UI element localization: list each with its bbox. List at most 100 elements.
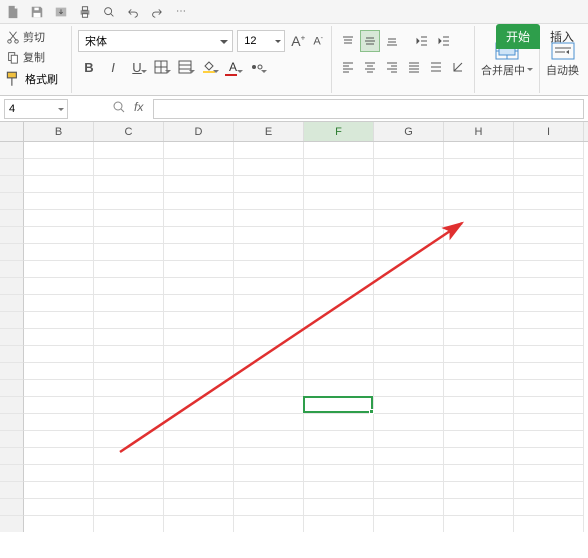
cell[interactable] xyxy=(374,482,444,499)
cell[interactable] xyxy=(164,210,234,227)
cell[interactable] xyxy=(164,516,234,532)
cell[interactable] xyxy=(24,159,94,176)
cell[interactable] xyxy=(304,159,374,176)
cell[interactable] xyxy=(374,227,444,244)
cell[interactable] xyxy=(234,448,304,465)
cell[interactable] xyxy=(94,278,164,295)
cell[interactable] xyxy=(304,516,374,532)
tab-insert[interactable]: 插入 xyxy=(540,24,584,49)
cell[interactable] xyxy=(24,312,94,329)
cell[interactable] xyxy=(234,159,304,176)
cell[interactable] xyxy=(374,380,444,397)
cell[interactable] xyxy=(304,465,374,482)
row-header[interactable] xyxy=(0,448,24,465)
export-icon[interactable] xyxy=(52,3,70,21)
cell[interactable] xyxy=(234,261,304,278)
fx-icon[interactable]: fx xyxy=(134,100,143,117)
cell[interactable] xyxy=(94,414,164,431)
cell[interactable] xyxy=(514,312,584,329)
cell[interactable] xyxy=(164,431,234,448)
cell[interactable] xyxy=(234,295,304,312)
column-header-C[interactable]: C xyxy=(94,122,164,141)
cell[interactable] xyxy=(444,363,514,380)
cell[interactable] xyxy=(164,397,234,414)
cell[interactable] xyxy=(514,295,584,312)
row-header[interactable] xyxy=(0,482,24,499)
cell[interactable] xyxy=(304,397,374,414)
row-header[interactable] xyxy=(0,431,24,448)
cell[interactable] xyxy=(444,142,514,159)
cell[interactable] xyxy=(24,176,94,193)
cell[interactable] xyxy=(24,363,94,380)
cell[interactable] xyxy=(94,176,164,193)
cell[interactable] xyxy=(374,210,444,227)
row-header[interactable] xyxy=(0,465,24,482)
cell[interactable] xyxy=(444,176,514,193)
cell[interactable] xyxy=(234,516,304,532)
row-header[interactable] xyxy=(0,176,24,193)
cell[interactable] xyxy=(94,142,164,159)
cell[interactable] xyxy=(374,142,444,159)
column-header-G[interactable]: G xyxy=(374,122,444,141)
cell[interactable] xyxy=(444,448,514,465)
cell[interactable] xyxy=(514,227,584,244)
cell[interactable] xyxy=(234,193,304,210)
cell[interactable] xyxy=(94,448,164,465)
cell[interactable] xyxy=(234,142,304,159)
cell[interactable] xyxy=(94,227,164,244)
align-center-icon[interactable] xyxy=(360,56,380,78)
cell[interactable] xyxy=(304,448,374,465)
cell[interactable] xyxy=(24,193,94,210)
cell[interactable] xyxy=(24,465,94,482)
cell[interactable] xyxy=(24,261,94,278)
cell[interactable] xyxy=(444,346,514,363)
cell[interactable] xyxy=(164,465,234,482)
cell[interactable] xyxy=(24,142,94,159)
print-icon[interactable] xyxy=(76,3,94,21)
cell[interactable] xyxy=(374,193,444,210)
column-header-B[interactable]: B xyxy=(24,122,94,141)
row-header[interactable] xyxy=(0,312,24,329)
search-icon[interactable] xyxy=(112,100,126,117)
cell[interactable] xyxy=(234,210,304,227)
row-header[interactable] xyxy=(0,142,24,159)
save-icon[interactable] xyxy=(28,3,46,21)
cell[interactable] xyxy=(374,363,444,380)
cell[interactable] xyxy=(164,227,234,244)
cell[interactable] xyxy=(94,397,164,414)
cell[interactable] xyxy=(24,295,94,312)
cell[interactable] xyxy=(24,448,94,465)
cell[interactable] xyxy=(514,261,584,278)
cell[interactable] xyxy=(164,261,234,278)
cell[interactable] xyxy=(444,465,514,482)
cell[interactable] xyxy=(234,244,304,261)
cell[interactable] xyxy=(304,431,374,448)
cell[interactable] xyxy=(94,295,164,312)
cell[interactable] xyxy=(374,465,444,482)
cell[interactable] xyxy=(164,448,234,465)
cell[interactable] xyxy=(94,261,164,278)
align-left-icon[interactable] xyxy=(338,56,358,78)
cell[interactable] xyxy=(164,278,234,295)
row-header[interactable] xyxy=(0,159,24,176)
cell[interactable] xyxy=(514,329,584,346)
cell[interactable] xyxy=(234,176,304,193)
cell[interactable] xyxy=(94,431,164,448)
row-header[interactable] xyxy=(0,261,24,278)
row-header[interactable] xyxy=(0,193,24,210)
cell[interactable] xyxy=(444,193,514,210)
orientation-icon[interactable] xyxy=(448,56,468,78)
cell[interactable] xyxy=(94,193,164,210)
fill-color-button[interactable] xyxy=(198,56,220,78)
cell[interactable] xyxy=(94,329,164,346)
decrease-font-icon[interactable]: A- xyxy=(311,35,325,48)
row-header[interactable] xyxy=(0,499,24,516)
cell[interactable] xyxy=(94,346,164,363)
cell[interactable] xyxy=(304,499,374,516)
cell[interactable] xyxy=(304,278,374,295)
cell[interactable] xyxy=(514,516,584,532)
column-header-H[interactable]: H xyxy=(444,122,514,141)
cell[interactable] xyxy=(24,482,94,499)
cell[interactable] xyxy=(514,346,584,363)
cell[interactable] xyxy=(514,159,584,176)
